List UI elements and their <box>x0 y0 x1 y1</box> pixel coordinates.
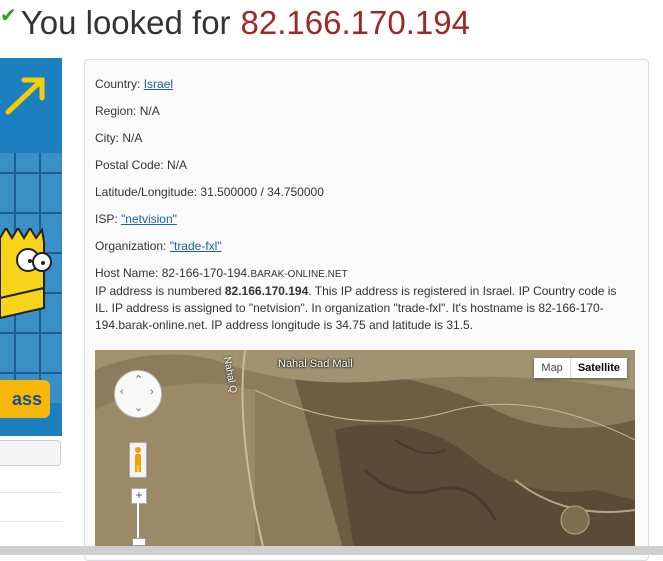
zoom-slider-handle[interactable] <box>132 538 146 546</box>
pan-down-icon[interactable]: ⌄ <box>134 401 143 414</box>
desc-part1: IP address is numbered <box>95 284 225 298</box>
postal-row: Postal Code: N/A <box>95 158 188 172</box>
org-link[interactable]: "trade-fxl" <box>170 239 222 253</box>
place-label[interactable]: Nahal Sad Mall <box>278 358 353 370</box>
arrow-icon <box>5 77 45 115</box>
pan-up-icon[interactable]: ⌃ <box>134 373 143 386</box>
heading-prefix: You looked for <box>20 4 231 41</box>
country-label: Country: <box>95 77 141 91</box>
map-type-map-button[interactable]: Map <box>534 358 570 378</box>
pan-right-icon[interactable]: › <box>150 386 154 398</box>
host-prefix: 82-166-170-194. <box>161 266 251 280</box>
pan-control[interactable]: ⌃ ⌄ ‹ › <box>114 370 162 418</box>
isp-label: ISP: <box>95 212 118 226</box>
org-label: Organization: <box>95 239 167 253</box>
zoom-in-button[interactable]: + <box>131 488 147 504</box>
ad-banner[interactable]: ass <box>0 58 62 436</box>
page-heading: ✔ You looked for 82.166.170.194 <box>0 0 470 46</box>
org-row: Organization: "trade-fxl" <box>95 235 625 262</box>
country-link[interactable]: Israel <box>144 77 173 91</box>
horizontal-scrollbar[interactable] <box>0 546 663 555</box>
host-suffix: barak-online.net <box>250 269 348 280</box>
pan-left-icon[interactable]: ‹ <box>120 386 124 398</box>
region-row: Region: N/A <box>95 104 160 118</box>
heading-ip: 82.166.170.194 <box>240 4 470 41</box>
map-type-control: Map Satellite <box>534 358 627 378</box>
street-view-pegman-icon[interactable] <box>129 442 147 478</box>
check-icon: ✔ <box>0 4 17 27</box>
map-type-satellite-button[interactable]: Satellite <box>569 358 627 378</box>
sidebar-divider <box>0 521 62 522</box>
ip-details: Country: Israel Region: N/A City: N/A Po… <box>95 73 625 334</box>
latlng-row: Latitude/Longitude: 31.500000 / 34.75000… <box>95 185 324 199</box>
country-row: Country: Israel <box>95 73 625 100</box>
ip-description: IP address is numbered 82.166.170.194. T… <box>95 283 625 334</box>
desc-ip: 82.166.170.194 <box>224 284 309 298</box>
isp-link[interactable]: "netvision" <box>121 212 177 226</box>
sidebar-button[interactable] <box>0 440 61 466</box>
sidebar-divider <box>0 492 62 493</box>
isp-row: ISP: "netvision" <box>95 208 625 235</box>
satellite-map[interactable]: Nahal Q Nahal Sad Mall Map Satellite ⌃ ⌄… <box>95 350 635 555</box>
host-label: Host Name: <box>95 266 159 280</box>
ad-button[interactable]: ass <box>0 380 50 418</box>
city-row: City: N/A <box>95 131 143 145</box>
map-terrain <box>95 350 635 555</box>
cartoon-character-image <box>0 228 52 320</box>
